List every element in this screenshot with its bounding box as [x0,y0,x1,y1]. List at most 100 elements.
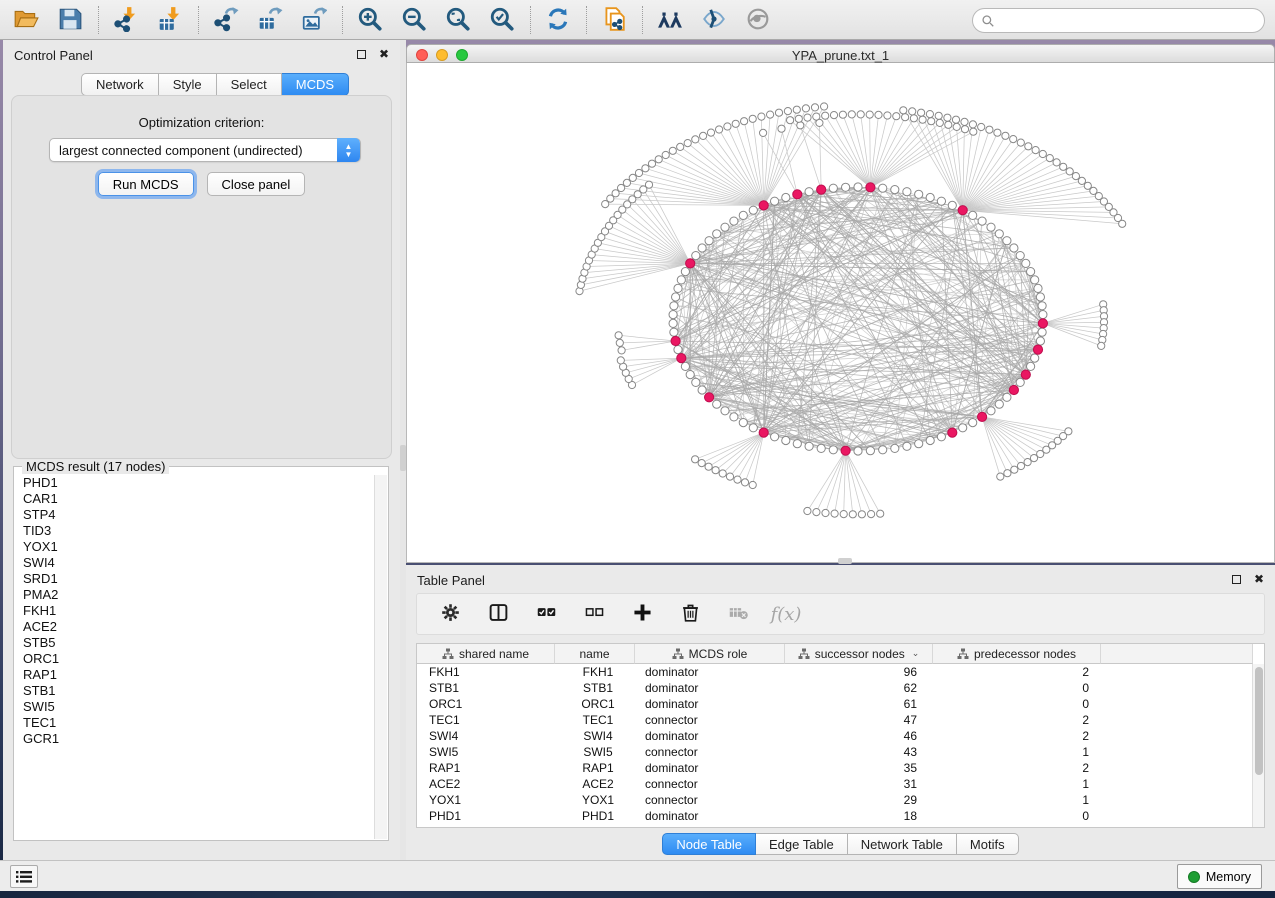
column-header-predecessor-nodes[interactable]: predecessor nodes [933,644,1101,664]
tab-mcds[interactable]: MCDS [282,73,349,96]
export-network-button[interactable] [208,3,244,37]
add-column-button[interactable] [627,599,657,629]
mcds-result-item[interactable]: GCR1 [23,731,374,747]
open-session-button[interactable] [8,3,44,37]
mcds-result-item[interactable]: ORC1 [23,651,374,667]
cell-mcds_role[interactable]: connector [635,744,785,760]
mcds-result-item[interactable]: FKH1 [23,603,374,619]
mcds-result-item[interactable]: TID3 [23,523,374,539]
cell-successors[interactable]: 43 [785,744,933,760]
zoom-fit-button[interactable] [440,3,476,37]
search-box[interactable] [972,8,1265,33]
import-network-button[interactable] [108,3,144,37]
cell-predecessors[interactable]: 2 [933,728,1101,744]
mcds-result-item[interactable]: STP4 [23,507,374,523]
mcds-result-item[interactable]: TEC1 [23,715,374,731]
table-row[interactable]: RAP1RAP1dominator352 [417,760,1252,776]
mcds-result-list[interactable]: PHD1CAR1STP4TID3YOX1SWI4SRD1PMA2FKH1ACE2… [15,475,374,839]
cell-successors[interactable]: 29 [785,792,933,808]
optimization-criterion-select[interactable]: largest connected component (undirected)… [49,138,361,162]
cell-successors[interactable]: 61 [785,696,933,712]
column-header-name[interactable]: name [555,644,635,664]
panel-menu-button[interactable] [10,865,38,888]
table-row[interactable]: ACE2ACE2connector311 [417,776,1252,792]
run-mcds-button[interactable]: Run MCDS [98,172,194,196]
mcds-result-item[interactable]: SWI4 [23,555,374,571]
cell-shared_name[interactable]: FKH1 [417,664,555,680]
cell-mcds_role[interactable]: dominator [635,808,785,824]
close-panel-icon[interactable]: ✖ [1253,573,1265,585]
float-panel-icon[interactable] [355,48,367,60]
close-panel-button[interactable]: Close panel [207,172,306,196]
mcds-result-item[interactable]: ACE2 [23,619,374,635]
table-row[interactable]: TEC1TEC1connector472 [417,712,1252,728]
tab-select[interactable]: Select [217,73,282,96]
table-row[interactable]: SWI4SWI4dominator462 [417,728,1252,744]
cell-successors[interactable]: 46 [785,728,933,744]
cell-mcds_role[interactable]: connector [635,776,785,792]
tab-node-table[interactable]: Node Table [662,833,756,855]
cell-mcds_role[interactable]: dominator [635,680,785,696]
cell-successors[interactable]: 96 [785,664,933,680]
cell-shared_name[interactable]: SWI5 [417,744,555,760]
cell-predecessors[interactable]: 1 [933,792,1101,808]
mcds-result-item[interactable]: STB5 [23,635,374,651]
cell-name[interactable]: RAP1 [555,760,635,776]
binoculars-button[interactable] [652,3,688,37]
cell-shared_name[interactable]: ACE2 [417,776,555,792]
cell-successors[interactable]: 31 [785,776,933,792]
cell-mcds_role[interactable]: dominator [635,696,785,712]
cell-predecessors[interactable]: 0 [933,680,1101,696]
close-panel-icon[interactable]: ✖ [378,48,390,60]
refresh-button[interactable] [540,3,576,37]
table-row[interactable]: YOX1YOX1connector291 [417,792,1252,808]
zoom-selected-button[interactable] [484,3,520,37]
cell-predecessors[interactable]: 0 [933,808,1101,824]
cell-successors[interactable]: 35 [785,760,933,776]
function-builder-button[interactable]: f(x) [771,599,801,629]
cell-name[interactable]: TEC1 [555,712,635,728]
network-canvas[interactable] [406,63,1275,563]
cell-name[interactable]: SWI5 [555,744,635,760]
cell-predecessors[interactable]: 2 [933,760,1101,776]
cell-predecessors[interactable]: 1 [933,776,1101,792]
import-table-button[interactable] [152,3,188,37]
tab-network[interactable]: Network [81,73,159,96]
network-window-titlebar[interactable]: YPA_prune.txt_1 [406,44,1275,63]
mcds-result-item[interactable]: PHD1 [23,475,374,491]
table-scrollbar[interactable] [1252,664,1264,827]
table-row[interactable]: SWI5SWI5connector431 [417,744,1252,760]
tab-style[interactable]: Style [159,73,217,96]
table-row[interactable]: ORC1ORC1dominator610 [417,696,1252,712]
cell-mcds_role[interactable]: connector [635,712,785,728]
export-image-button[interactable] [296,3,332,37]
cell-shared_name[interactable]: RAP1 [417,760,555,776]
search-input[interactable] [1000,11,1250,31]
cell-shared_name[interactable]: ORC1 [417,696,555,712]
mcds-result-item[interactable]: SRD1 [23,571,374,587]
save-session-button[interactable] [52,3,88,37]
clone-network-button[interactable] [596,3,632,37]
cell-shared_name[interactable]: STB1 [417,680,555,696]
cell-shared_name[interactable]: TEC1 [417,712,555,728]
tab-edge-table[interactable]: Edge Table [756,833,848,855]
cell-successors[interactable]: 62 [785,680,933,696]
delete-table-button[interactable] [723,599,753,629]
mcds-result-item[interactable]: CAR1 [23,491,374,507]
cell-predecessors[interactable]: 2 [933,664,1101,680]
mcds-list-scrollbar[interactable] [374,475,387,839]
cell-name[interactable]: FKH1 [555,664,635,680]
cell-mcds_role[interactable]: dominator [635,664,785,680]
table-row[interactable]: PHD1PHD1dominator180 [417,808,1252,824]
mcds-result-item[interactable]: STB1 [23,683,374,699]
unselect-all-columns-button[interactable] [579,599,609,629]
cell-name[interactable]: ORC1 [555,696,635,712]
mcds-result-item[interactable]: SWI5 [23,699,374,715]
zoom-out-button[interactable] [396,3,432,37]
cell-name[interactable]: ACE2 [555,776,635,792]
column-header-shared-name[interactable]: shared name [417,644,555,664]
cell-shared_name[interactable]: PHD1 [417,808,555,824]
cell-name[interactable]: PHD1 [555,808,635,824]
select-all-columns-button[interactable] [531,599,561,629]
mcds-result-item[interactable]: RAP1 [23,667,374,683]
